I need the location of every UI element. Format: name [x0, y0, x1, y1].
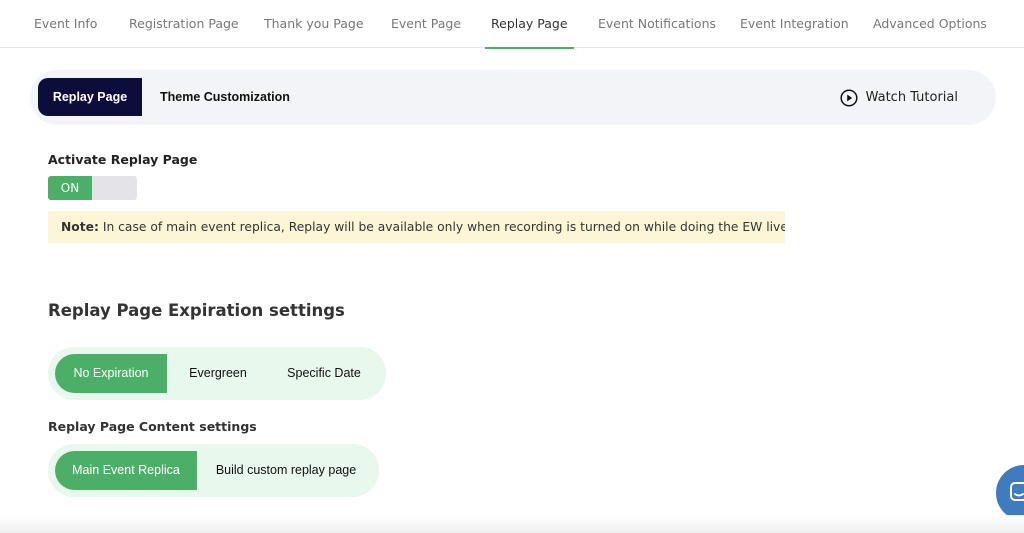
content-settings-title: Replay Page Content settings — [48, 419, 257, 434]
subtab-theme-customization[interactable]: Theme Customization — [160, 78, 290, 116]
option-main-event-replica[interactable]: Main Event Replica — [55, 451, 197, 490]
toggle-on-label: ON — [48, 176, 92, 200]
subtab-replay-page[interactable]: Replay Page — [38, 78, 142, 116]
expiration-settings-title: Replay Page Expiration settings — [48, 301, 345, 320]
tab-advanced-options[interactable]: Advanced Options — [873, 0, 987, 48]
tab-thank-you-page[interactable]: Thank you Page — [264, 0, 364, 48]
option-evergreen[interactable]: Evergreen — [167, 354, 269, 393]
activate-replay-page-label: Activate Replay Page — [48, 152, 198, 167]
content-segmented-control: Main Event Replica Build custom replay p… — [48, 444, 379, 497]
option-no-expiration[interactable]: No Expiration — [55, 354, 167, 393]
expiration-segmented-control: No Expiration Evergreen Specific Date — [48, 347, 386, 400]
tab-event-integration[interactable]: Event Integration — [740, 0, 849, 48]
tab-event-notifications[interactable]: Event Notifications — [598, 0, 716, 48]
tab-event-info[interactable]: Event Info — [34, 0, 97, 48]
tab-replay-page[interactable]: Replay Page — [485, 0, 573, 49]
note-prefix: Note: — [61, 220, 99, 234]
play-circle-icon — [840, 88, 858, 107]
top-navigation: Event Info Registration Page Thank you P… — [0, 0, 1024, 49]
chat-icon — [1010, 482, 1024, 501]
watch-tutorial-label: Watch Tutorial — [865, 90, 958, 105]
option-specific-date[interactable]: Specific Date — [269, 354, 379, 393]
note-text: In case of main event replica, Replay wi… — [102, 220, 785, 234]
option-build-custom-replay-page[interactable]: Build custom replay page — [197, 451, 375, 490]
chat-widget-button[interactable] — [996, 465, 1024, 521]
tab-event-page[interactable]: Event Page — [391, 0, 461, 48]
watch-tutorial-button[interactable]: Watch Tutorial — [840, 70, 958, 125]
bottom-shade — [0, 515, 1024, 533]
tab-registration-page[interactable]: Registration Page — [129, 0, 239, 48]
replay-note: Note: In case of main event replica, Rep… — [48, 211, 785, 243]
activate-replay-toggle[interactable]: ON — [48, 176, 137, 200]
replay-sub-navigation: Replay Page Theme Customization Watch Tu… — [30, 70, 996, 125]
